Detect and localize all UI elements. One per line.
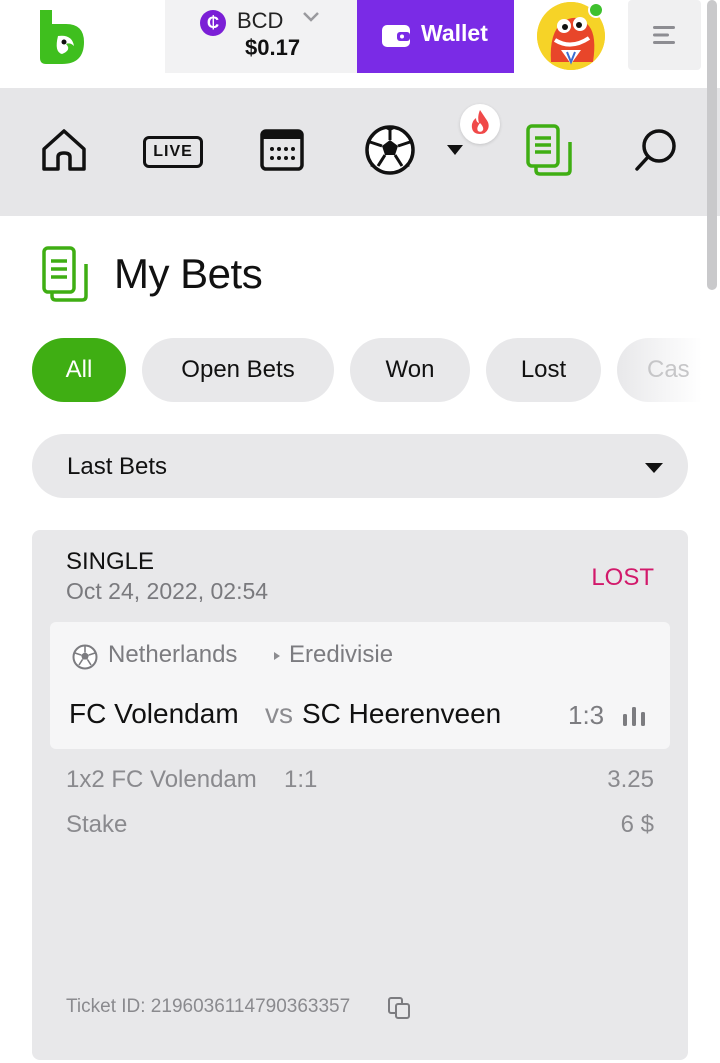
page-title: My Bets [114,250,263,297]
nav-my-bets[interactable] [520,88,576,216]
my-bets-icon [524,123,572,181]
stats-icon[interactable] [622,706,646,731]
bet-type: SINGLE [66,548,155,575]
selection-market: 1x2 FC Volendam [66,766,257,793]
soccer-ball-icon [72,644,98,675]
search-icon [633,127,679,178]
filter-chip-won[interactable]: Won [350,338,470,402]
home-team: FC Volendam [69,698,239,729]
currency-code: BCD [237,8,284,33]
my-bets-title-icon [40,246,88,307]
away-team: SC Heerenveen [302,698,502,729]
bets-period-dropdown[interactable]: Last Bets [32,434,688,498]
sport-nav: LIVE [0,88,720,216]
chevron-down-icon [302,10,320,29]
bcd-coin-icon: ₵ [200,10,226,36]
ticket-id: Ticket ID: 219603611479036335​7 [66,996,351,1017]
online-status-dot [588,2,604,18]
stake-label: Stake [66,811,128,838]
currency-selector[interactable]: ₵ BCD $0.17 [165,0,357,73]
top-header: ₵ BCD $0.17 Wallet [0,0,720,88]
wallet-label: Wallet [421,20,488,46]
nav-search[interactable] [630,88,682,216]
soccer-ball-icon [364,124,416,181]
live-icon: LIVE [143,136,203,168]
status-badge: LOST [591,564,654,591]
menu-button[interactable] [628,0,701,70]
live-label: LIVE [153,143,193,160]
dropdown-caret-icon [445,143,465,162]
filter-chip-lost[interactable]: Lost [486,338,601,402]
bc-logo[interactable] [36,8,86,66]
selection-odds: 3.25 [607,766,654,793]
nav-live[interactable]: LIVE [140,88,206,216]
calendar-icon [258,127,306,178]
caret-down-icon [644,461,664,479]
nav-calendar[interactable] [256,88,308,216]
bet-card[interactable]: SINGLE Oct 24, 2022, 02:54 LOST Netherla… [32,530,688,1060]
match-info[interactable]: Netherlands Eredivisie FC Volendam vs SC… [50,622,670,749]
fire-icon [470,109,490,140]
wallet-button[interactable]: Wallet [357,0,514,73]
balance-amount: $0.17 [245,35,301,60]
selection-pick: 1:1 [284,766,318,793]
filter-chip-open-bets[interactable]: Open Bets [142,338,334,402]
filter-chip-all[interactable]: All [32,338,126,402]
nav-home[interactable] [36,88,92,216]
league-name: Eredivisie [289,641,394,668]
breadcrumb-separator-icon [273,648,281,666]
copy-icon[interactable] [387,996,411,1025]
page-scrollbar[interactable] [707,0,717,290]
nav-soccer[interactable] [362,88,418,216]
league-country: Netherlands [108,641,238,668]
stake-value: 6 $ [620,811,654,838]
match-score: 1:3 [568,700,605,730]
nav-sports-dropdown[interactable] [440,88,470,216]
filter-chip-cashout[interactable]: Cas [617,338,702,402]
home-icon [40,127,88,178]
vs-label: vs [265,698,293,729]
hot-badge[interactable] [460,104,500,144]
bet-date: Oct 24, 2022, 02:54 [66,578,269,604]
wallet-icon [381,21,411,52]
dropdown-selected-value: Last Bets [67,453,168,480]
